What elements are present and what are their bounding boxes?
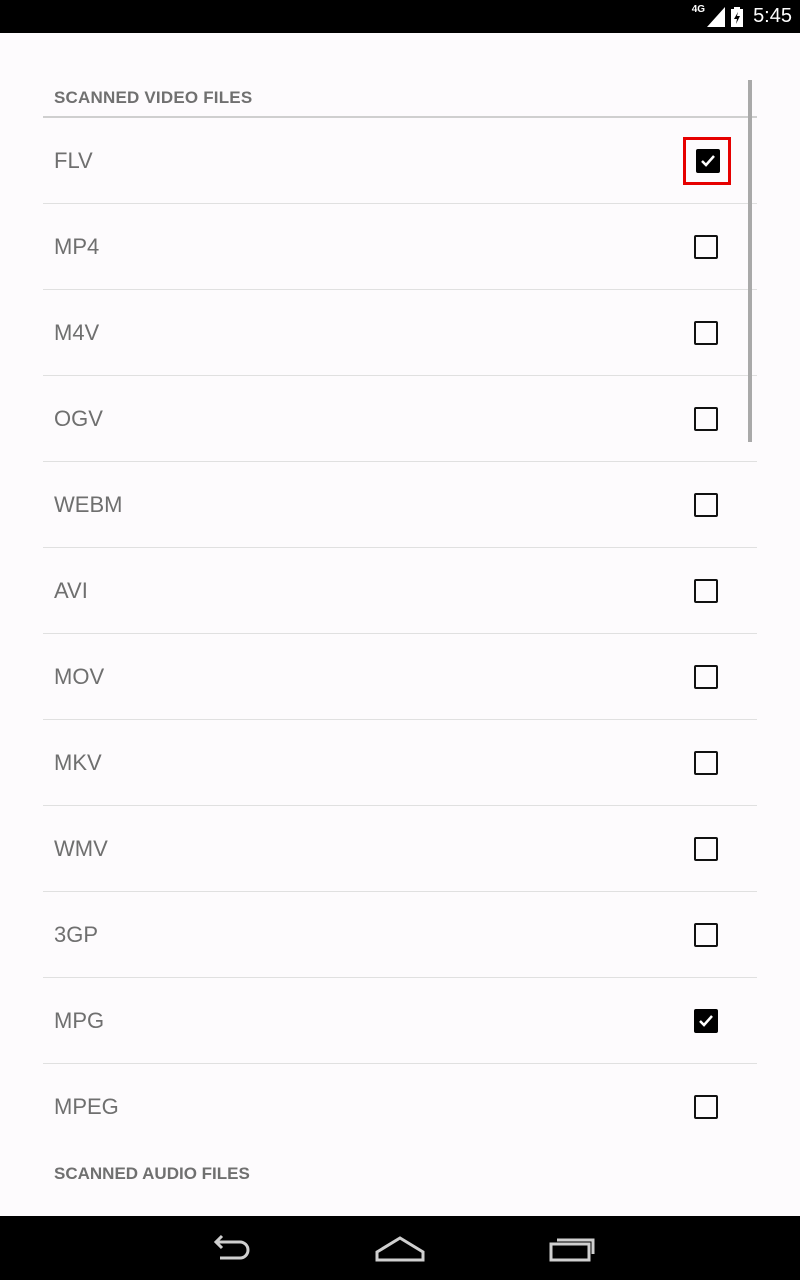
checkbox-mpeg[interactable]: [694, 1095, 718, 1119]
format-row-mpg[interactable]: MPG: [43, 978, 757, 1064]
format-label: AVI: [54, 577, 88, 603]
format-row-mov[interactable]: MOV: [43, 634, 757, 720]
format-row-mkv[interactable]: MKV: [43, 720, 757, 806]
format-label: MPEG: [54, 1094, 119, 1119]
checkbox-ogv[interactable]: [694, 406, 718, 431]
format-row-flv[interactable]: FLV: [43, 118, 757, 204]
section-title-audio: SCANNED AUDIO FILES: [54, 1164, 250, 1183]
checkbox-webm[interactable]: [694, 492, 718, 517]
format-row-3gp[interactable]: 3GP: [43, 892, 757, 978]
format-label: M4V: [54, 319, 100, 345]
format-row-avi[interactable]: AVI: [43, 548, 757, 634]
format-row-ogv[interactable]: OGV: [43, 376, 757, 462]
format-label: WMV: [54, 835, 108, 861]
highlight-box: [683, 136, 731, 185]
settings-screen: SCANNED VIDEO FILES FLV MP4 M4V OGV WEBM AVI M…: [0, 33, 800, 1216]
checkbox-avi[interactable]: [694, 578, 718, 603]
checkbox-mov[interactable]: [694, 664, 718, 689]
checkbox-mkv[interactable]: [694, 750, 718, 775]
format-row-mpeg[interactable]: MPEG: [43, 1064, 757, 1150]
checkbox-mp4[interactable]: [694, 234, 718, 259]
status-icons: 4G 5:45: [692, 0, 792, 33]
format-label: MP4: [54, 233, 100, 259]
format-label: 3GP: [54, 921, 99, 947]
checkbox-wmv[interactable]: [694, 836, 718, 861]
format-label: MKV: [54, 749, 102, 775]
format-label: OGV: [54, 405, 103, 431]
section-title-video: SCANNED VIDEO FILES: [54, 88, 253, 107]
clock: 5:45: [753, 5, 792, 27]
video-format-list: FLV MP4 M4V OGV WEBM AVI MOV MKV WMV 3GP MPG MPEG: [43, 118, 757, 1150]
network-type: 4G: [691, 4, 706, 15]
format-row-m4v[interactable]: M4V: [43, 290, 757, 376]
checkbox-3gp[interactable]: [694, 922, 718, 947]
status-bar: 4G 5:45: [0, 0, 800, 33]
signal-icon: [707, 6, 726, 27]
checkbox-flv[interactable]: [696, 148, 720, 173]
format-row-webm[interactable]: WEBM: [43, 462, 757, 548]
format-label: FLV: [54, 147, 93, 173]
recents-icon[interactable]: [548, 1234, 596, 1269]
format-row-wmv[interactable]: WMV: [43, 806, 757, 892]
home-icon[interactable]: [374, 1234, 426, 1269]
format-row-mp4[interactable]: MP4: [43, 204, 757, 290]
format-label: MPG: [54, 1007, 105, 1033]
format-label: WEBM: [54, 491, 123, 517]
navigation-bar: [0, 1216, 800, 1280]
scrollbar[interactable]: [748, 80, 752, 442]
back-icon[interactable]: [206, 1234, 254, 1269]
format-label: MOV: [54, 663, 105, 689]
checkbox-mpg[interactable]: [694, 1008, 718, 1033]
checkbox-m4v[interactable]: [694, 320, 718, 345]
battery-icon: [731, 6, 744, 27]
